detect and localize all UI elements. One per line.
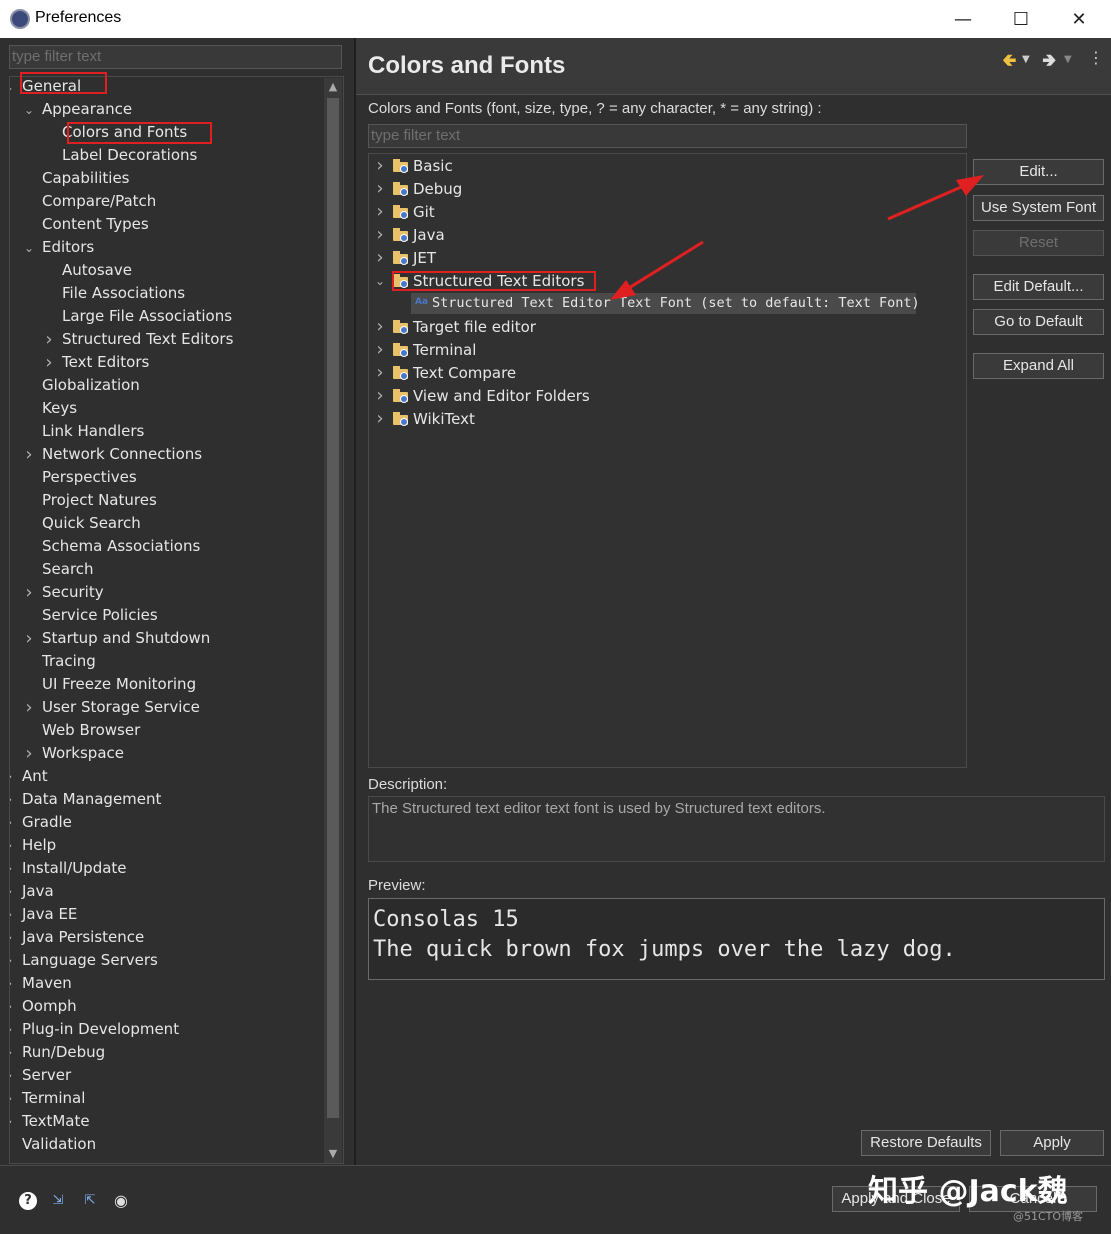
zhihu-watermark: 知乎 @Jack魏 <box>868 1174 1068 1209</box>
51cto-watermark: @51CTO博客 <box>1013 1210 1084 1223</box>
annotation-arrows <box>610 175 984 300</box>
arrow-to-edit <box>887 175 984 221</box>
arrow-to-font-entry <box>610 240 704 300</box>
